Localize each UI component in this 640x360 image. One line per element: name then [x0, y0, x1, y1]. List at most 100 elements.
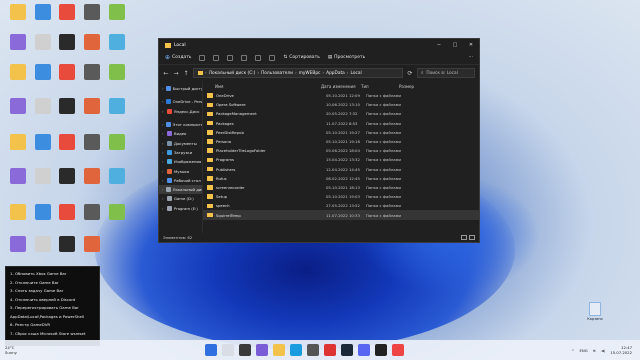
cut-icon[interactable] [199, 54, 206, 61]
recycle-bin[interactable]: Корзина [583, 302, 607, 321]
copy-icon[interactable] [213, 54, 220, 61]
file-explorer-icon[interactable] [273, 344, 285, 356]
store-icon[interactable] [307, 344, 319, 356]
desktop-shortcut[interactable] [102, 4, 132, 34]
chevron-up-icon[interactable]: ^ [571, 348, 574, 353]
chevron-right-icon[interactable]: › [162, 86, 164, 91]
column-size[interactable]: Размер [399, 84, 439, 89]
desktop-shortcut[interactable] [102, 64, 132, 94]
desktop-shortcut[interactable] [102, 204, 132, 234]
column-name[interactable]: Имя [203, 84, 321, 89]
desktop-shortcut[interactable] [102, 34, 132, 64]
chevron-right-icon[interactable]: › [162, 109, 165, 114]
chevron-right-icon[interactable]: › [162, 206, 165, 211]
breadcrumb-item[interactable]: Local [351, 71, 362, 76]
file-row[interactable]: Opera Software 10.06.2022 13:10 Папка с фа… [203, 100, 479, 109]
details-view-icon[interactable] [461, 234, 467, 240]
column-date[interactable]: Дата изменения [321, 84, 361, 89]
paste-icon[interactable] [227, 54, 234, 61]
sidebar-item[interactable]: › Рабочий стол [159, 176, 202, 185]
file-row[interactable]: Setup 05.10.2021 19:03 Папка с файлами [203, 192, 479, 201]
tiles-view-icon[interactable] [469, 234, 475, 240]
desktop-shortcut[interactable] [102, 98, 132, 128]
maximize-button[interactable]: □ [447, 42, 463, 48]
chevron-right-icon[interactable]: › [162, 159, 165, 164]
sidebar-item[interactable]: › OneDrive - Personal [159, 97, 202, 106]
discord-icon[interactable] [358, 344, 370, 356]
search-box[interactable]: ⌕ Поиск в: Local [417, 68, 475, 78]
volume-icon[interactable]: ◄) [601, 348, 605, 353]
file-row[interactable]: PlaceholderTileLogoFolder 05.06.2022 18:0… [203, 146, 479, 155]
chevron-right-icon[interactable]: › [162, 196, 165, 201]
rename-icon[interactable] [241, 54, 248, 61]
file-row[interactable]: OneDrive 05.10.2021 12:09 Папка с файлами [203, 91, 479, 100]
file-row[interactable]: Packages 11.07.2022 8:53 Папка с файлами [203, 119, 479, 128]
app-icon[interactable] [392, 344, 404, 356]
task-view-icon[interactable] [239, 344, 251, 356]
file-row[interactable]: Publishers 12.04.2022 14:45 Папка с файлам… [203, 165, 479, 174]
file-row[interactable]: SquirrelTemp 11.07.2022 10:33 Папка с файл… [203, 210, 479, 220]
sidebar-item[interactable]: › Program (E:) [159, 204, 202, 213]
sort-button[interactable]: ⇅ Сортировать [283, 55, 319, 60]
sidebar-item[interactable]: › Музыка [159, 166, 202, 175]
title-bar[interactable]: Local ─ □ ✕ [159, 39, 479, 51]
edge-icon[interactable] [290, 344, 302, 356]
teams-icon[interactable] [256, 344, 268, 356]
sidebar-item[interactable]: › Локальный диск (C:) [159, 184, 202, 195]
delete-icon[interactable] [269, 54, 276, 61]
breadcrumb-item[interactable]: myWEBpc [299, 71, 321, 76]
file-row[interactable]: PeerDistRepub 05.10.2021 19:27 Папка с фай… [203, 128, 479, 137]
file-row[interactable]: Persona 05.10.2021 19:18 Папка с файлами [203, 137, 479, 146]
opera-icon[interactable] [324, 344, 336, 356]
view-button[interactable]: ▤ Просмотреть [328, 55, 365, 60]
chevron-right-icon[interactable]: › [162, 99, 164, 104]
refresh-icon[interactable]: ⟳ [407, 70, 413, 77]
chevron-right-icon[interactable]: › [162, 187, 164, 192]
file-row[interactable]: Programs 15.04.2022 13:32 Папка с файлами [203, 155, 479, 164]
sidebar-item[interactable]: › Видео [159, 129, 202, 138]
back-arrow-icon[interactable]: ← [163, 70, 169, 77]
sidebar-item[interactable]: › Game (D:) [159, 194, 202, 203]
sidebar-item[interactable]: › Этот компьютер [159, 120, 202, 129]
desktop-shortcut[interactable] [77, 236, 107, 266]
chevron-right-icon[interactable]: › [162, 150, 165, 155]
column-type[interactable]: Тип [361, 84, 399, 89]
chevron-right-icon[interactable]: › [162, 122, 164, 127]
more-icon[interactable]: ⋯ [469, 55, 474, 60]
sidebar-item[interactable]: › Яндекс.Диск [159, 107, 202, 116]
up-arrow-icon[interactable]: ↑ [183, 70, 189, 77]
sidebar-item[interactable]: › Изображения [159, 157, 202, 166]
create-button[interactable]: ⊕ Создать [165, 54, 191, 61]
breadcrumb-item[interactable]: Пользователи [261, 71, 293, 76]
address-bar[interactable]: › Локальный диск (C:) › Пользователи › myWEBp… [193, 68, 403, 78]
file-row[interactable]: screenrecorder 05.10.2021 18:13 Папка с фа… [203, 183, 479, 192]
chevron-right-icon[interactable]: › [162, 141, 165, 146]
chevron-right-icon[interactable]: › [162, 169, 165, 174]
clock[interactable]: 12:47 15.07.2022 [610, 345, 632, 355]
desktop-shortcut[interactable] [102, 134, 132, 164]
weather-widget[interactable]: 24°C Sunny [0, 345, 17, 355]
chevron-right-icon[interactable]: › [162, 178, 165, 183]
search-icon[interactable] [222, 344, 234, 356]
desktop-shortcut[interactable] [102, 168, 132, 198]
terminal-icon[interactable] [375, 344, 387, 356]
breadcrumb-item[interactable]: AppData [326, 71, 345, 76]
forward-arrow-icon[interactable]: → [173, 70, 179, 77]
file-row[interactable]: PackageManagement 20.05.2022 7:32 Папка с … [203, 109, 479, 118]
breadcrumb-item[interactable]: Локальный диск (C:) [209, 71, 256, 76]
sidebar-item[interactable]: › Загрузки [159, 148, 202, 157]
chevron-right-icon[interactable]: › [162, 131, 165, 136]
sidebar-item[interactable]: › Быстрый доступ [159, 84, 202, 93]
start-icon[interactable] [205, 344, 217, 356]
file-explorer-window[interactable]: Local ─ □ ✕ ⊕ Создать ⇅ Сортировать ▤ Пр… [158, 38, 480, 243]
sidebar-item[interactable]: › Документы [159, 138, 202, 147]
steam-icon[interactable] [341, 344, 353, 356]
minimize-button[interactable]: ─ [431, 42, 447, 48]
file-type: Папка с файлами [366, 111, 401, 117]
close-button[interactable]: ✕ [463, 42, 479, 48]
share-icon[interactable] [255, 54, 262, 61]
wifi-icon[interactable]: ≋ [593, 348, 596, 353]
file-row[interactable]: speech 27.05.2022 13:52 Папка с файлами [203, 201, 479, 210]
file-row[interactable]: Rufus 08.02.2022 12:45 Папка с файлами [203, 174, 479, 183]
language-indicator[interactable]: ENG [579, 348, 587, 353]
